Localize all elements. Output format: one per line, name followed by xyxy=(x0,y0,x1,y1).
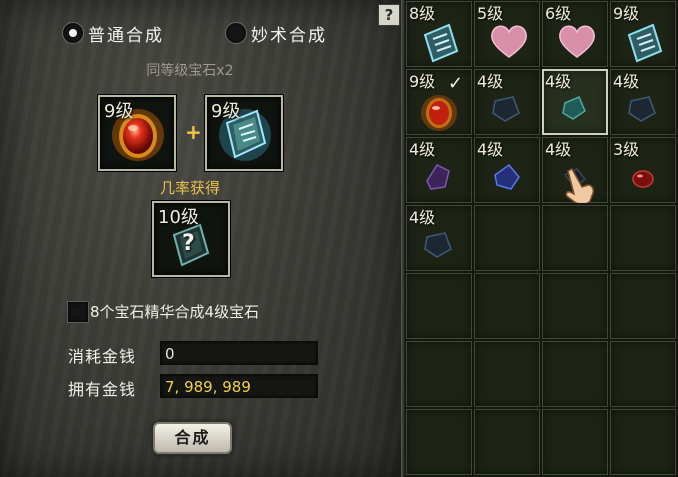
inventory-slot[interactable]: 9级 ✓ xyxy=(406,69,472,135)
slot-level-label: 3级 xyxy=(613,140,640,159)
mode-skill-radio[interactable]: 妙术合成 xyxy=(225,22,327,46)
inventory-slot-empty[interactable] xyxy=(406,341,472,407)
input-slot-2[interactable]: 9级 xyxy=(205,95,283,171)
slot-level-label: 9级 xyxy=(211,101,241,122)
compose-button[interactable]: 合成 xyxy=(153,422,232,454)
inventory-slot[interactable]: 4级 xyxy=(542,69,608,135)
cost-label: 消耗金钱 xyxy=(68,347,137,366)
small-red-gem-icon xyxy=(632,170,654,188)
mode-normal-label: 普通合成 xyxy=(88,25,164,46)
essence-checkbox[interactable] xyxy=(67,301,89,323)
inventory-slot-empty[interactable] xyxy=(610,409,676,475)
purple-gem-icon xyxy=(426,164,450,190)
mode-skill-label: 妙术合成 xyxy=(251,25,327,46)
inventory-slot[interactable]: 4级 xyxy=(474,69,540,135)
dark-blue-gem-icon xyxy=(628,96,656,122)
synthesis-panel: 普通合成 妙术合成 同等级宝石x2 9级 + 9级 几率获得 ? 10级 8个宝… xyxy=(0,0,401,477)
inventory-slot-empty[interactable] xyxy=(542,341,608,407)
blue-gem-icon xyxy=(494,163,520,190)
own-money-label: 拥有金钱 xyxy=(68,380,137,399)
inventory-slot[interactable]: 4级 xyxy=(406,205,472,271)
inventory-slot-empty[interactable] xyxy=(474,273,540,339)
blue-rune-stone-icon xyxy=(423,23,459,63)
check-icon: ✓ xyxy=(448,73,464,94)
slot-level-label: 4级 xyxy=(545,72,572,91)
inventory-slot[interactable]: 5级 xyxy=(474,1,540,67)
inventory-slot[interactable]: 8级 xyxy=(406,1,472,67)
inventory-slot[interactable]: 4级 xyxy=(610,69,676,135)
inventory-slot[interactable]: 4级 xyxy=(542,137,608,203)
inventory-slot-empty[interactable] xyxy=(474,409,540,475)
inventory-slot-empty[interactable] xyxy=(610,273,676,339)
chance-label: 几率获得 xyxy=(159,179,220,197)
cost-field: 0 xyxy=(160,341,318,365)
inventory-slot-empty[interactable] xyxy=(610,205,676,271)
pink-heart-gem-icon xyxy=(559,25,595,58)
essence-checkbox-label: 8个宝石精华合成4级宝石 xyxy=(90,303,260,321)
inventory-slot-empty[interactable] xyxy=(406,273,472,339)
slot-level-label: 4级 xyxy=(477,72,504,91)
inventory-slot[interactable]: 9级 xyxy=(610,1,676,67)
slot-level-label: 9级 xyxy=(409,72,436,91)
pink-heart-gem-icon xyxy=(491,25,527,58)
slot-level-label: 4级 xyxy=(613,72,640,91)
hand-cursor-icon xyxy=(565,168,594,203)
inventory-slot[interactable]: 4级 xyxy=(406,137,472,203)
inventory-slot[interactable]: 6级 xyxy=(542,1,608,67)
inventory-slot-empty[interactable] xyxy=(542,205,608,271)
requirement-text: 同等级宝石x2 xyxy=(146,63,234,79)
inventory-slot[interactable]: 4级 xyxy=(474,137,540,203)
help-button[interactable]: ? xyxy=(378,4,400,26)
teal-gem-icon xyxy=(562,96,586,120)
plus-sign: + xyxy=(185,120,202,144)
result-slot: ? 10级 xyxy=(152,201,230,277)
inventory-grid: 8级 5级 6级 9级 9级 ✓ 4级 4级 4级 4级 4级 4级 3级 4级 xyxy=(405,0,678,477)
input-slot-1[interactable]: 9级 xyxy=(98,95,176,171)
slot-level-label: 4级 xyxy=(409,208,436,227)
slot-level-label: 9级 xyxy=(613,4,640,23)
radio-unselected-indicator xyxy=(225,22,247,44)
question-mark: ? xyxy=(182,231,195,256)
inventory-slot-empty[interactable] xyxy=(610,341,676,407)
slot-level-label: 6级 xyxy=(545,4,572,23)
mode-normal-radio[interactable]: 普通合成 xyxy=(62,22,164,46)
blue-rune-stone-icon xyxy=(627,23,663,63)
dark-blue-gem-icon xyxy=(492,96,520,122)
slot-level-label: 4级 xyxy=(409,140,436,159)
inventory-slot-empty[interactable] xyxy=(474,341,540,407)
inventory-slot[interactable]: 3级 xyxy=(610,137,676,203)
slot-level-label: 8级 xyxy=(409,4,436,23)
own-money-field: 7, 989, 989 xyxy=(160,374,318,398)
slot-level-label: 5级 xyxy=(477,4,504,23)
inventory-slot-empty[interactable] xyxy=(474,205,540,271)
dark-blue-gem-icon xyxy=(424,232,452,258)
inventory-slot-empty[interactable] xyxy=(542,273,608,339)
red-ruby-icon xyxy=(421,95,457,131)
slot-level-label: 4级 xyxy=(477,140,504,159)
slot-level-label: 4级 xyxy=(545,140,572,159)
slot-level-label: 9级 xyxy=(104,101,134,122)
inventory-slot-empty[interactable] xyxy=(542,409,608,475)
radio-selected-indicator xyxy=(62,22,84,44)
inventory-slot-empty[interactable] xyxy=(406,409,472,475)
slot-level-label: 10级 xyxy=(158,207,199,228)
